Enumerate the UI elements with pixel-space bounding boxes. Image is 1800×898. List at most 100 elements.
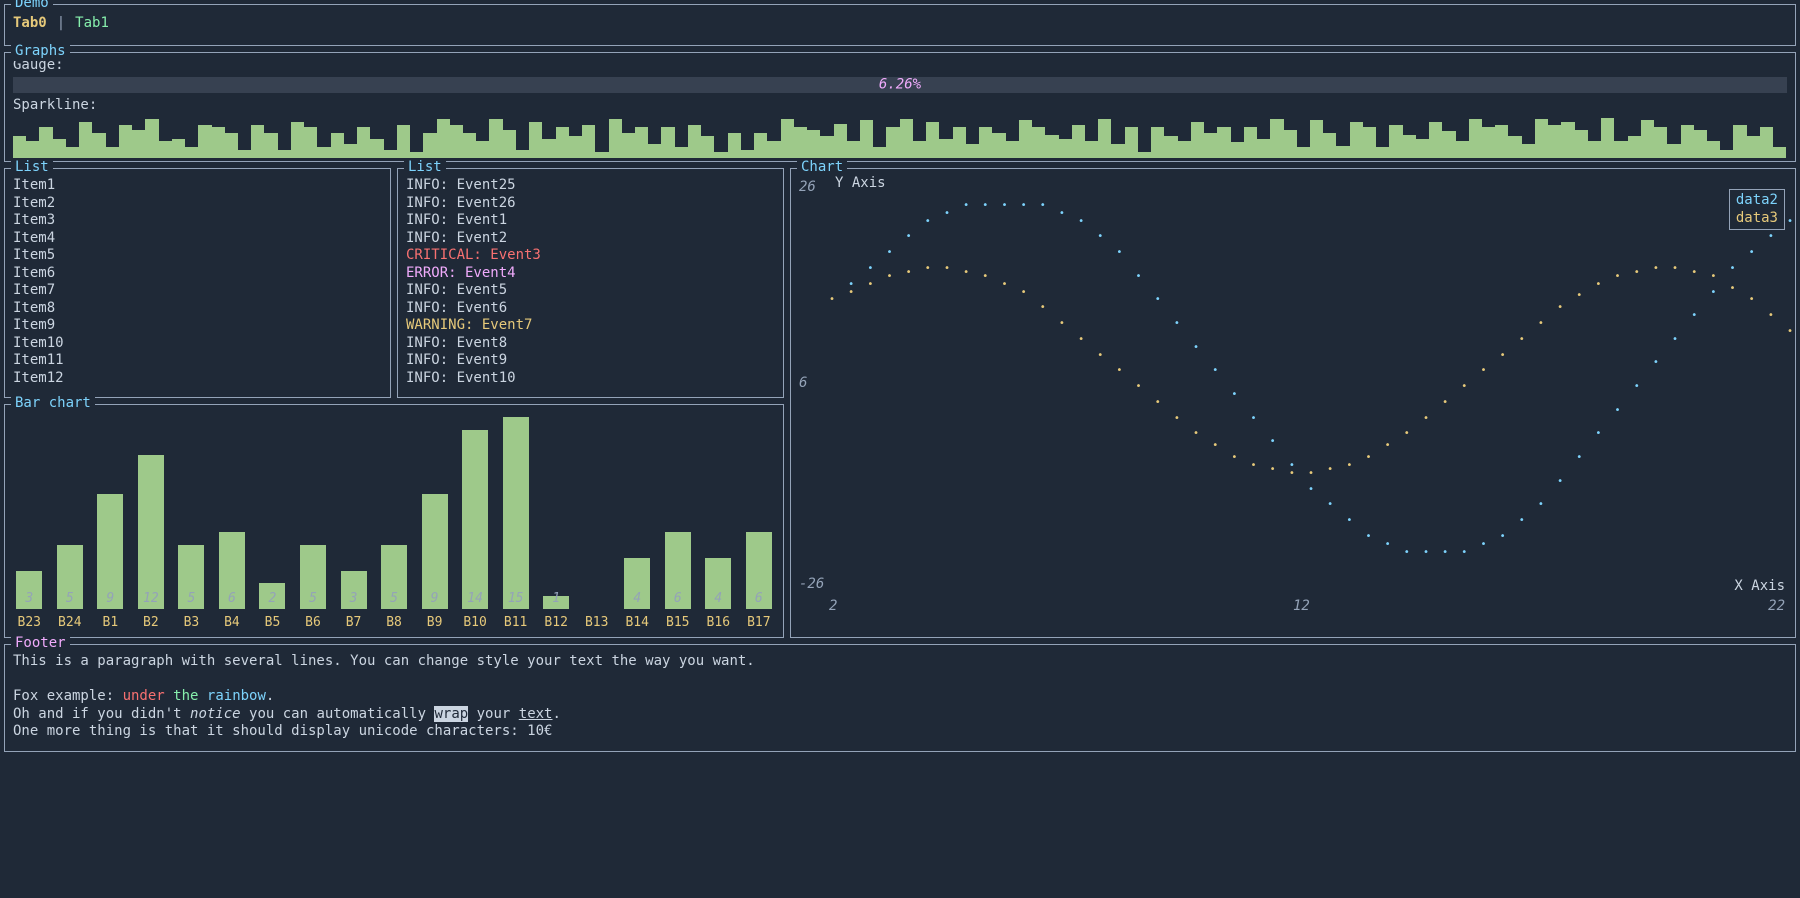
sparkline-bar [26, 141, 39, 158]
log-item[interactable]: INFO: Event1 [406, 212, 775, 230]
list-2-body[interactable]: INFO: Event25INFO: Event26INFO: Event1IN… [406, 175, 775, 387]
chart-point: • [1021, 203, 1027, 209]
chart-panel: Chart Y Axis X Axis 26 6 -26 2 12 22 dat… [790, 168, 1796, 638]
sparkline-bar [463, 133, 476, 158]
sparkline-label: Sparkline: [13, 97, 1787, 115]
chart-point: • [1557, 479, 1563, 485]
sparkline-bar [1363, 127, 1376, 158]
sparkline-bar [913, 141, 926, 158]
sparkline-bar [1747, 136, 1760, 158]
chart-point: • [1768, 313, 1774, 319]
log-item[interactable]: CRITICAL: Event3 [406, 247, 775, 265]
tab-1[interactable]: Tab1 [75, 15, 109, 33]
bar-label: B8 [378, 615, 411, 631]
chart-point: • [906, 234, 912, 240]
chart-point: • [1749, 297, 1755, 303]
list-item[interactable]: Item12 [13, 370, 382, 388]
sparkline-bar [450, 125, 463, 158]
bar-value: 9 [431, 591, 439, 607]
sparkline-bar [145, 119, 158, 158]
sparkline-bar [1720, 150, 1733, 158]
bar-value: 6 [674, 591, 682, 607]
list-item[interactable]: Item5 [13, 247, 382, 265]
list-item[interactable]: Item6 [13, 265, 382, 283]
list-item[interactable]: Item1 [13, 177, 382, 195]
list-1-body[interactable]: Item1Item2Item3Item4Item5Item6Item7Item8… [13, 175, 382, 387]
chart-point: • [1691, 313, 1697, 319]
sparkline-bar [516, 150, 529, 158]
list-item[interactable]: Item11 [13, 352, 382, 370]
bar-column: 12 [135, 417, 168, 609]
list-2-title: List [404, 159, 446, 177]
sparkline-bar [185, 147, 198, 158]
chart-point: • [1787, 329, 1793, 335]
sparkline-bar [754, 133, 767, 158]
footer-panel: Footer This is a paragraph with several … [4, 644, 1796, 752]
list-item[interactable]: Item3 [13, 212, 382, 230]
chart-y-tick: -26 [799, 576, 824, 594]
log-item[interactable]: INFO: Event5 [406, 282, 775, 300]
chart-point: • [867, 266, 873, 272]
sparkline-bar [423, 133, 436, 158]
list-item[interactable]: Item8 [13, 300, 382, 318]
sparkline-bar [609, 119, 622, 158]
chart-point: • [1193, 431, 1199, 437]
chart-point: • [1615, 274, 1621, 280]
tab-0[interactable]: Tab0 [13, 15, 47, 33]
bar-chart-area: 359125625359141514646 [13, 417, 775, 609]
sparkline-bar [106, 147, 119, 158]
sparkline-bar [1098, 119, 1111, 158]
list-item[interactable]: Item4 [13, 230, 382, 248]
list-item[interactable]: Item9 [13, 317, 382, 335]
chart-point: • [1749, 250, 1755, 256]
sparkline-bar [476, 141, 489, 158]
chart-point: • [1442, 400, 1448, 406]
sparkline-bar [1760, 127, 1773, 158]
log-item[interactable]: ERROR: Event4 [406, 265, 775, 283]
chart-point: • [1365, 455, 1371, 461]
chart-point: • [1116, 368, 1122, 374]
sparkline-bar [701, 136, 714, 158]
log-item[interactable]: INFO: Event25 [406, 177, 775, 195]
sparkline-bar [582, 125, 595, 158]
sparkline-bar [1681, 125, 1694, 158]
sparkline-bar [1575, 130, 1588, 158]
log-item[interactable]: INFO: Event8 [406, 335, 775, 353]
chart-point: • [1461, 384, 1467, 390]
log-item[interactable]: INFO: Event2 [406, 230, 775, 248]
list-item[interactable]: Item7 [13, 282, 382, 300]
sparkline-bar [1389, 125, 1402, 158]
sparkline-bar [900, 119, 913, 158]
sparkline-bar [119, 125, 132, 158]
list-item[interactable]: Item10 [13, 335, 382, 353]
sparkline-bar [1270, 119, 1283, 158]
sparkline-bar [1667, 144, 1680, 158]
bar-column [580, 417, 613, 609]
chart-point: • [1365, 534, 1371, 540]
list-panel-1: List Item1Item2Item3Item4Item5Item6Item7… [4, 168, 391, 398]
sparkline-bar [939, 139, 952, 158]
bar-rect [138, 455, 164, 609]
list-item[interactable]: Item2 [13, 195, 382, 213]
sparkline-bar [212, 127, 225, 158]
chart-point: • [1021, 290, 1027, 296]
sparkline-bar [317, 147, 330, 158]
bar-value: 6 [755, 591, 763, 607]
bar-label: B7 [337, 615, 370, 631]
chart-x-tick: 12 [1293, 598, 1310, 616]
chart-point: • [1346, 463, 1352, 469]
sparkline-bar [1045, 135, 1058, 158]
chart-point: • [1308, 471, 1314, 477]
sparkline [13, 118, 1787, 158]
chart-point: • [1768, 234, 1774, 240]
log-item[interactable]: INFO: Event10 [406, 370, 775, 388]
bar-label: B10 [459, 615, 492, 631]
chart-point: • [1519, 337, 1525, 343]
log-item[interactable]: INFO: Event6 [406, 300, 775, 318]
chart-point: • [1634, 270, 1640, 276]
chart-plot-area: ••••••••••••••••••••••••••••••••••••••••… [829, 187, 1787, 597]
log-item[interactable]: INFO: Event9 [406, 352, 775, 370]
chart-point: • [1136, 274, 1142, 280]
log-item[interactable]: WARNING: Event7 [406, 317, 775, 335]
log-item[interactable]: INFO: Event26 [406, 195, 775, 213]
